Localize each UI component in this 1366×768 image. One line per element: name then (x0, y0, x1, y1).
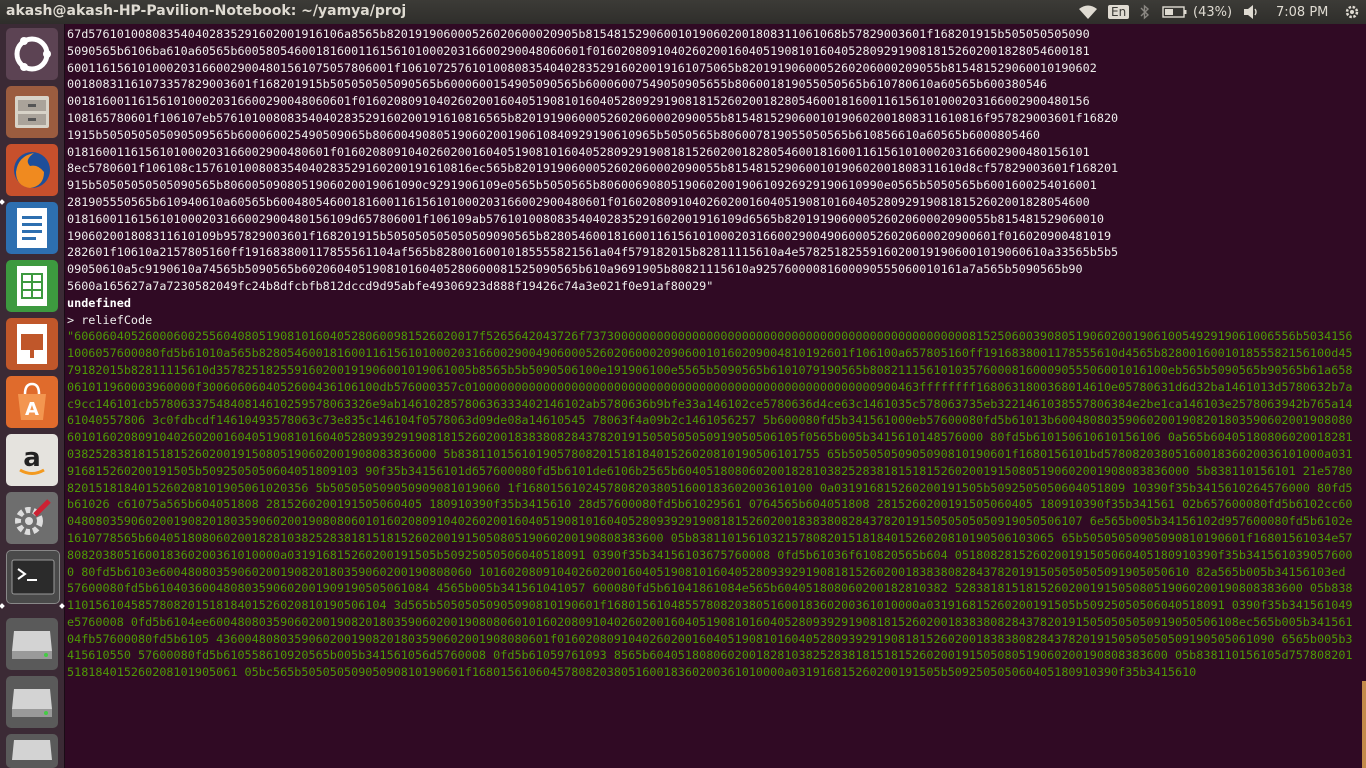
speaker-icon[interactable] (1242, 0, 1260, 24)
terminal-output[interactable]: 67d576101008083540402835291602001916106a… (65, 24, 1357, 681)
relief-code-string: "606060405260006002556040805190810160405… (67, 329, 1353, 680)
drive-icon[interactable] (6, 734, 58, 768)
drive-icon[interactable] (6, 618, 58, 670)
terminal-window[interactable]: 67d576101008083540402835291602001916106a… (65, 24, 1366, 768)
ubuntu-dash-icon[interactable] (6, 28, 58, 80)
command-prompt: > reliefCode (67, 312, 153, 327)
battery-icon (1162, 6, 1187, 18)
firefox-icon[interactable] (6, 144, 58, 196)
impress-icon[interactable] (6, 318, 58, 370)
wifi-icon[interactable] (1078, 0, 1098, 24)
drive-icon[interactable] (6, 676, 58, 728)
undefined-result: undefined (67, 295, 131, 310)
calc-icon[interactable] (6, 260, 58, 312)
bluetooth-icon[interactable] (1140, 0, 1150, 24)
clock[interactable]: 7:08 PM (1276, 0, 1328, 24)
top-panel: akash@akash-HP-Pavilion-Notebook: ~/yamy… (0, 0, 1366, 24)
hex-output: 67d576101008083540402835291602001916106a… (67, 27, 1119, 293)
software-center-icon[interactable]: A (6, 376, 58, 428)
amazon-icon[interactable]: a (6, 434, 58, 486)
svg-text:a: a (23, 443, 41, 473)
keyboard-layout-indicator[interactable]: En (1108, 0, 1130, 24)
battery-percent: (43%) (1193, 4, 1233, 20)
writer-icon[interactable] (6, 202, 58, 254)
scrollbar-thumb[interactable] (1362, 681, 1366, 768)
window-title: akash@akash-HP-Pavilion-Notebook: ~/yamy… (6, 3, 407, 19)
files-icon[interactable] (6, 86, 58, 138)
battery-indicator[interactable]: (43%) (1162, 0, 1232, 24)
svg-text:A: A (25, 399, 39, 420)
gear-icon[interactable] (1344, 0, 1360, 24)
launcher: A a (0, 24, 65, 768)
terminal-icon[interactable] (6, 550, 60, 604)
system-settings-icon[interactable] (6, 492, 58, 544)
keyboard-layout-label: En (1108, 5, 1130, 19)
